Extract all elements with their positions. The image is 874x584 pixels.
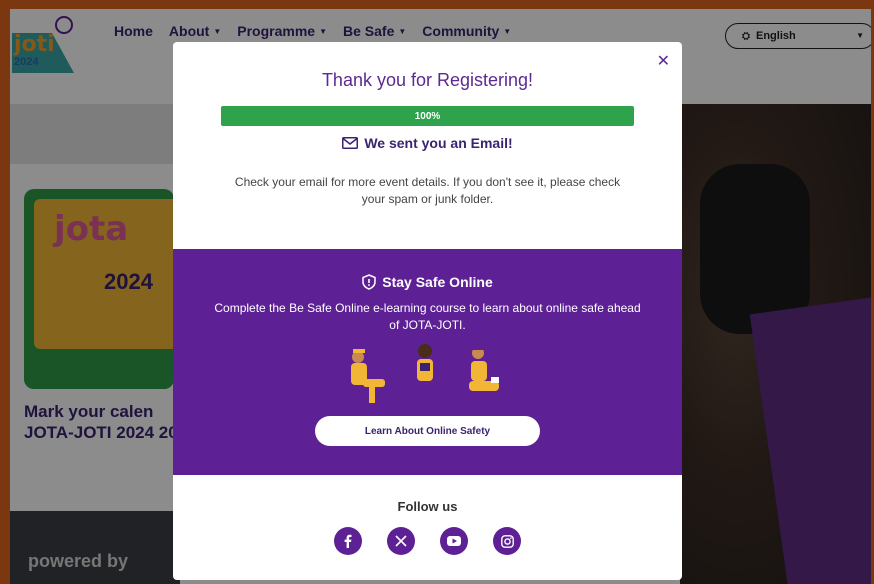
social-links (173, 527, 682, 555)
progress-fill: 100% (221, 106, 634, 126)
learn-online-safety-button[interactable]: Learn About Online Safety (315, 416, 540, 446)
envelope-icon (342, 137, 359, 149)
progress-label: 100% (414, 110, 441, 122)
email-message: Check your email for more event details.… (234, 175, 621, 206)
progress-bar: 100% (221, 106, 634, 126)
scouts-illustration (351, 344, 499, 403)
stay-safe-heading-text: Stay Safe Online (382, 274, 493, 290)
x-icon[interactable] (387, 527, 415, 555)
youtube-icon[interactable] (440, 527, 468, 555)
registration-modal: ✕ Thank you for Registering! 100% We sen… (173, 42, 682, 580)
scout-figure-3 (469, 345, 499, 391)
shield-icon (362, 274, 376, 290)
modal-title: Thank you for Registering! (321, 70, 534, 90)
follow-us-label: Follow us (397, 499, 458, 514)
scout-figure-2 (417, 344, 433, 401)
email-heading: We sent you an Email! (173, 135, 682, 151)
stay-safe-heading: Stay Safe Online (173, 274, 682, 290)
email-heading-text: We sent you an Email! (364, 135, 513, 151)
facebook-icon[interactable] (334, 527, 362, 555)
stay-safe-description: Complete the Be Safe Online e-learning c… (214, 301, 641, 332)
scout-figure-1 (351, 349, 385, 403)
instagram-icon[interactable] (493, 527, 521, 555)
close-icon[interactable]: ✕ (657, 51, 670, 71)
stay-safe-section: Stay Safe Online Complete the Be Safe On… (173, 249, 682, 475)
